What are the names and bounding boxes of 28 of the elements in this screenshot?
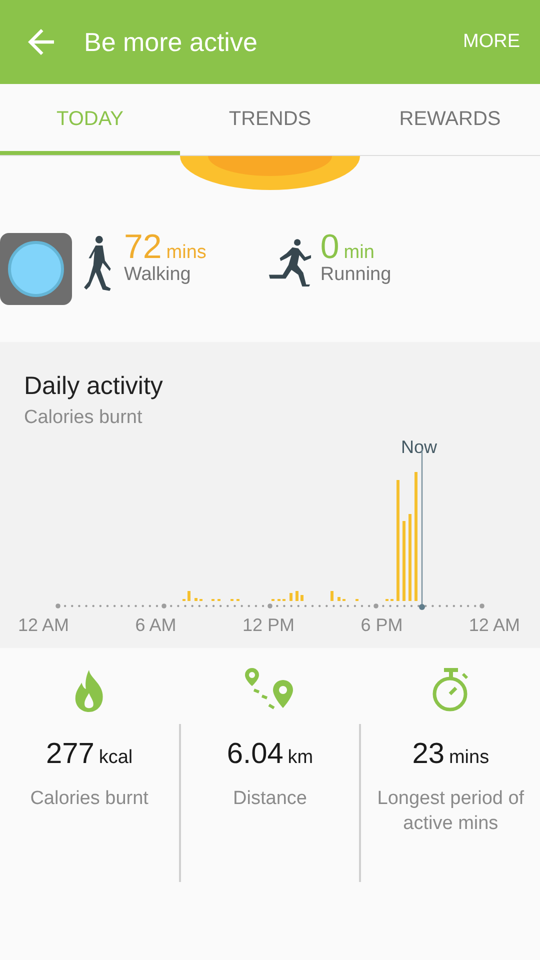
stat-value: 277 kcal — [46, 740, 133, 769]
map-pins-icon — [245, 668, 295, 712]
stopwatch-icon — [430, 668, 471, 712]
activity-value: 0 min — [320, 230, 376, 264]
axis-label: 12 PM — [242, 615, 294, 636]
stat-label: Longest period of active mins — [376, 787, 526, 836]
section-title: Daily activity — [24, 372, 164, 401]
axis-label: 6 PM — [360, 615, 403, 636]
stat-value: 6.04 km — [226, 740, 314, 769]
stat-label: Distance — [232, 787, 308, 811]
tab[interactable]: REWARDS — [360, 84, 540, 155]
axis-label: 12 AM — [18, 615, 70, 636]
axis-label: 12 AM — [468, 615, 520, 636]
axis-label: 6 AM — [135, 615, 176, 636]
now-label: Now — [401, 437, 438, 458]
section-subtitle: Calories burnt — [24, 407, 144, 429]
activity-label: Walking — [124, 264, 192, 286]
floating-button[interactable] — [0, 233, 72, 305]
back-button[interactable] — [28, 29, 54, 55]
tab[interactable]: TRENDS — [180, 84, 360, 155]
stat-value: 23 mins — [412, 740, 490, 769]
flame-icon — [73, 670, 106, 712]
stat-label: Calories burnt — [29, 787, 150, 811]
screen-title: Be more active — [84, 26, 258, 58]
running-person-icon — [268, 237, 312, 288]
back-arrow-icon — [28, 29, 54, 55]
activity-label: Running — [320, 264, 392, 286]
activity-value: 72 mins — [124, 230, 206, 264]
